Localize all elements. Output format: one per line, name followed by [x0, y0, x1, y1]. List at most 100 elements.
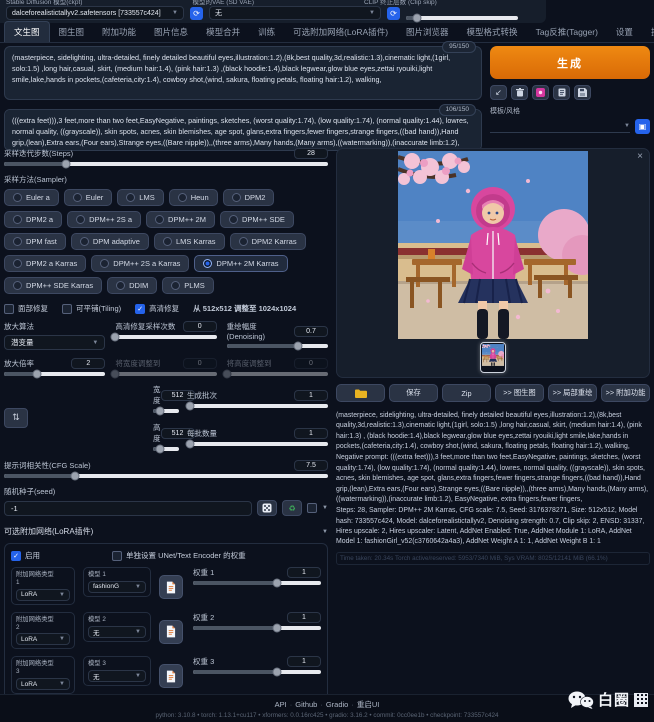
- lora-separate-weights-checkbox[interactable]: 单独设置 UNet/Text Encoder 的权重: [112, 550, 246, 561]
- denoising-slider[interactable]: 重绘幅度(Denoising)0.7: [227, 321, 328, 350]
- sampler-option[interactable]: DPM adaptive: [71, 233, 149, 250]
- send-to-inpaint-button[interactable]: >> 局部重绘: [548, 384, 597, 402]
- lora-type-select[interactable]: LoRA▼: [16, 633, 70, 645]
- close-icon[interactable]: ×: [637, 151, 643, 162]
- generate-button[interactable]: 生成: [490, 46, 650, 79]
- restore-faces-checkbox[interactable]: 面部修复: [4, 303, 48, 314]
- slider-value[interactable]: 0: [183, 358, 217, 369]
- clear-prompt-button[interactable]: [511, 85, 528, 100]
- tab-8[interactable]: 图片浏览器: [397, 22, 458, 42]
- width-slider[interactable]: 宽度512: [153, 384, 179, 413]
- send-to-img2img-button[interactable]: >> 图生图: [495, 384, 544, 402]
- slider-knob[interactable]: [61, 160, 70, 169]
- sampler-option[interactable]: DPM++ SDE Karras: [4, 277, 102, 294]
- tab-4[interactable]: 图片信息: [145, 22, 197, 42]
- refresh-checkpoint-button[interactable]: ⟳: [190, 7, 203, 20]
- slider-knob[interactable]: [185, 401, 194, 410]
- lora-model-file-button[interactable]: [159, 664, 183, 688]
- sampler-option[interactable]: DPM2 Karras: [230, 233, 306, 250]
- tab-7[interactable]: 可选附加网络(LoRA插件): [284, 22, 397, 42]
- send-to-extras-button[interactable]: >> 附加功能: [601, 384, 650, 402]
- lora-weight-slider[interactable]: 权重 11: [193, 567, 321, 585]
- apply-selected-style-button[interactable]: ▣: [635, 119, 650, 134]
- hires-fix-checkbox[interactable]: ✓高清修复: [135, 303, 179, 314]
- slider-track[interactable]: [115, 335, 216, 339]
- upscaler-select[interactable]: 潜变量▼: [4, 335, 105, 350]
- save-style-button[interactable]: [574, 85, 591, 100]
- slider-knob[interactable]: [293, 342, 302, 351]
- tab-3[interactable]: 附加功能: [93, 22, 145, 42]
- sampler-option[interactable]: DPM++ 2S a Karras: [91, 255, 189, 272]
- save-button[interactable]: 保存: [389, 384, 438, 402]
- slider-track[interactable]: [115, 372, 216, 376]
- tab-2[interactable]: 图生图: [50, 22, 94, 42]
- tab-1[interactable]: 文生图: [4, 21, 50, 42]
- slider-knob[interactable]: [222, 370, 231, 379]
- tab-9[interactable]: 模型格式转换: [458, 22, 527, 42]
- slider-knob[interactable]: [185, 439, 194, 448]
- slider-value[interactable]: 2: [71, 358, 105, 369]
- sampler-option[interactable]: DPM2: [223, 189, 275, 206]
- lora-type-select[interactable]: LoRA▼: [16, 589, 70, 601]
- slider-knob[interactable]: [111, 333, 120, 342]
- sampler-option[interactable]: DPM++ 2M: [146, 211, 215, 228]
- slider-track[interactable]: [227, 372, 328, 376]
- reuse-seed-button[interactable]: ♻: [282, 500, 302, 516]
- slider-track[interactable]: [4, 162, 328, 166]
- vae-select[interactable]: 无▼: [209, 6, 381, 20]
- slider-track[interactable]: [153, 409, 179, 413]
- lora-accordion-header[interactable]: 可选附加网络(LoRA插件)▼: [4, 526, 328, 537]
- footer-link-1[interactable]: API: [275, 700, 287, 709]
- batch-count-slider[interactable]: 生成批次1: [187, 390, 328, 408]
- style-select[interactable]: ▼: [490, 120, 630, 133]
- checkpoint-select[interactable]: dalceforealistictallyv2.safetensors [733…: [6, 6, 184, 20]
- slider-knob[interactable]: [111, 370, 120, 379]
- tab-5[interactable]: 模型合并: [197, 22, 249, 42]
- sampler-option[interactable]: DPM2 a: [4, 211, 62, 228]
- lora-model-file-button[interactable]: [159, 620, 183, 644]
- footer-link-2[interactable]: Github: [295, 700, 317, 709]
- slider-value[interactable]: 1: [294, 428, 328, 439]
- seed-input[interactable]: -1: [4, 501, 252, 516]
- slider-value[interactable]: 0: [183, 321, 217, 332]
- slider-track[interactable]: [227, 344, 328, 348]
- random-seed-button[interactable]: [257, 500, 277, 516]
- zip-button[interactable]: Zip: [442, 384, 491, 402]
- sampler-option[interactable]: DPM++ SDE: [220, 211, 294, 228]
- negative-prompt-input[interactable]: (((extra feet))),3 feet,more than two fe…: [4, 109, 482, 151]
- lora-model-file-button[interactable]: [159, 575, 183, 599]
- slider-knob[interactable]: [155, 445, 164, 454]
- footer-link-4[interactable]: 重启UI: [357, 700, 380, 709]
- lora-model-select[interactable]: 无▼: [88, 626, 146, 638]
- lora-enable-checkbox[interactable]: ✓启用: [11, 550, 40, 561]
- slider-value[interactable]: 1: [294, 390, 328, 401]
- sampler-option[interactable]: Heun: [169, 189, 218, 206]
- slider-track[interactable]: [406, 16, 518, 20]
- footer-link-3[interactable]: Gradio: [326, 700, 349, 709]
- sampler-option[interactable]: LMS: [117, 189, 163, 206]
- lora-weight-slider[interactable]: 权重 31: [193, 656, 321, 674]
- height-slider[interactable]: 高度512: [153, 422, 179, 451]
- generated-image[interactable]: [398, 151, 588, 339]
- tab-11[interactable]: 设置: [607, 22, 642, 42]
- extra-networks-button[interactable]: [532, 85, 549, 100]
- sampler-option[interactable]: DPM++ 2M Karras: [194, 255, 287, 272]
- slider-value[interactable]: 7.5: [294, 460, 328, 471]
- lora-weight-slider[interactable]: 权重 21: [193, 612, 321, 630]
- slider-value[interactable]: 0.7: [294, 326, 328, 337]
- slider-knob[interactable]: [155, 407, 164, 416]
- read-last-params-button[interactable]: ↙: [490, 85, 507, 100]
- sampler-option[interactable]: PLMS: [162, 277, 213, 294]
- extra-seed-checkbox[interactable]: [307, 503, 317, 513]
- sampler-option[interactable]: Euler: [64, 189, 113, 206]
- slider-track[interactable]: [153, 447, 179, 451]
- slider-track[interactable]: [187, 442, 328, 446]
- clip-skip-slider[interactable]: [406, 16, 518, 20]
- positive-prompt-input[interactable]: (masterpiece, sidelighting, ultra-detail…: [4, 46, 482, 100]
- steps-slider[interactable]: 采样迭代步数(Steps)28: [4, 148, 328, 166]
- gallery-thumbnail[interactable]: [480, 342, 506, 373]
- lora-model-select[interactable]: 无▼: [88, 670, 146, 682]
- sampler-option[interactable]: DDIM: [107, 277, 157, 294]
- slider-knob[interactable]: [71, 472, 80, 481]
- batch-size-slider[interactable]: 每批数量1: [187, 428, 328, 446]
